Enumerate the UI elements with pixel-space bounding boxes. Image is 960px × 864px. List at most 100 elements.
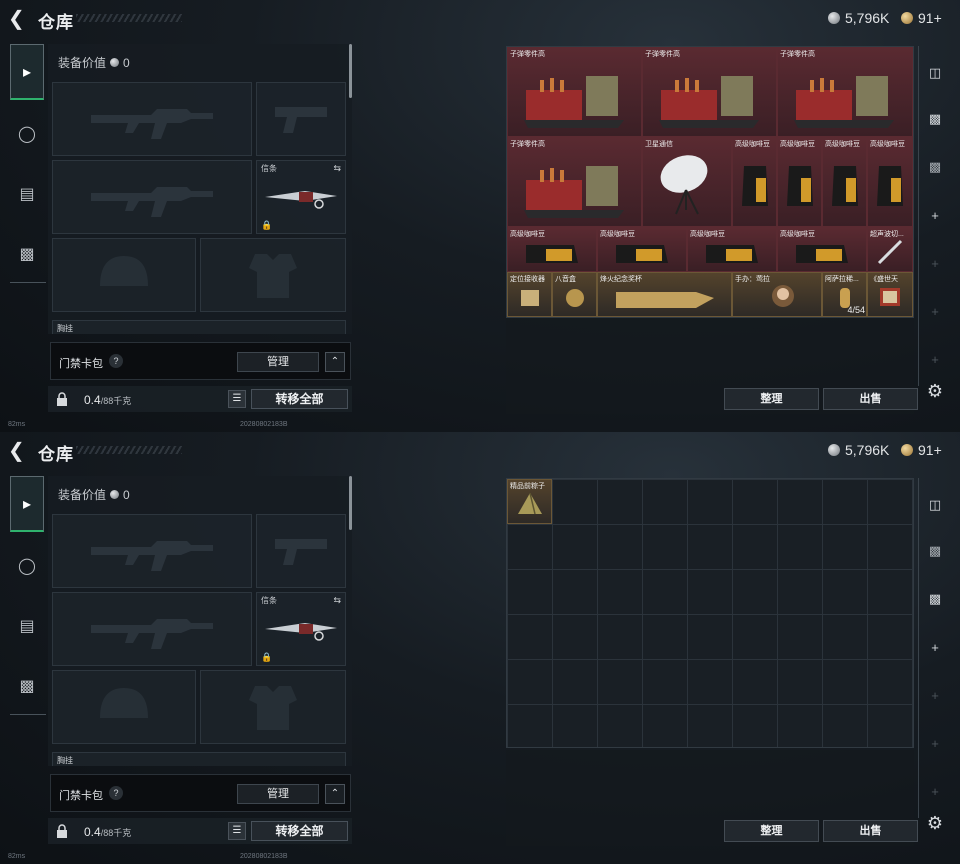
storage-item[interactable]: 八音盒 — [552, 272, 597, 317]
storage-item[interactable]: 超声波切... — [867, 227, 913, 272]
silver-coin-icon — [828, 444, 840, 456]
storage-page-2-icon[interactable]: ▩ — [924, 156, 946, 178]
item-label: 卫星通信 — [645, 141, 673, 148]
safe-box-icon[interactable]: ◫ — [924, 494, 946, 516]
item-label: 高级咖啡豆 — [780, 141, 815, 148]
manage-button[interactable]: 管理 — [237, 784, 319, 804]
chest-rig-slot[interactable]: 胸挂 — [52, 320, 346, 334]
secondary-weapon-slot[interactable] — [256, 514, 346, 588]
storage-item[interactable]: 精品前粽子 — [507, 479, 552, 524]
melee-slot[interactable]: 信条 ⇆ 🔒 — [256, 592, 346, 666]
armor-icon: ◯ — [18, 126, 36, 143]
tab-tools[interactable]: ▩ — [10, 226, 44, 282]
build-stamp: 20280802183B — [240, 853, 288, 860]
add-storage-icon[interactable]: + — [924, 732, 946, 754]
sell-button[interactable]: 出售 — [823, 820, 918, 842]
gear-icon[interactable]: ⚙ — [924, 812, 946, 834]
help-icon[interactable]: ? — [109, 354, 123, 368]
keycard-label: 门禁卡包 — [59, 790, 103, 802]
storage-item[interactable]: 子弹零件高 — [507, 137, 642, 227]
equipment-scrollbar[interactable] — [349, 44, 352, 98]
secondary-weapon-slot[interactable] — [256, 82, 346, 156]
storage-item[interactable]: 高级咖啡豆 — [687, 227, 777, 272]
storage-item[interactable]: 高级咖啡豆 — [822, 137, 867, 227]
helmet-slot[interactable] — [52, 670, 196, 744]
warehouse-screen-bottom: ❮ 仓库 5,796K 91+ ▸ ◯ ▤ ▩ 装备价值 0 信条 ⇆ 🔒 胸挂… — [0, 432, 960, 864]
chest-rig-slot[interactable]: 胸挂 — [52, 752, 346, 766]
body-armor-slot[interactable] — [200, 238, 346, 312]
storage-item[interactable]: 高级咖啡豆 — [777, 137, 822, 227]
list-icon[interactable]: ☰ — [228, 822, 246, 840]
body-armor-slot[interactable] — [200, 670, 346, 744]
sort-button[interactable]: 整理 — [724, 820, 819, 842]
equipment-value-label: 装备价值 — [58, 56, 107, 70]
add-storage-icon[interactable]: + — [924, 636, 946, 658]
storage-grid[interactable]: 精品前粽子 — [506, 478, 914, 748]
tab-consumables[interactable]: ▤ — [10, 166, 44, 222]
storage-item[interactable]: 手办：莺拉 — [732, 272, 822, 317]
storage-item[interactable]: 高级咖啡豆 — [867, 137, 913, 227]
tab-armor[interactable]: ◯ — [10, 538, 44, 594]
rifle-silhouette-icon — [53, 593, 251, 665]
tab-tools[interactable]: ▩ — [10, 658, 44, 714]
second-primary-weapon-slot[interactable] — [52, 160, 252, 234]
item-label: 高级咖啡豆 — [600, 231, 635, 238]
help-icon[interactable]: ? — [109, 786, 123, 800]
storage-item[interactable]: 高级咖啡豆 — [777, 227, 867, 272]
storage-grid[interactable]: 子弹零件高 子弹零件高 子弹零件高 子弹零件高 卫星通信 高级咖啡豆 高级咖啡豆 — [506, 46, 914, 318]
storage-item[interactable]: 高级咖啡豆 — [732, 137, 777, 227]
sort-button[interactable]: 整理 — [724, 388, 819, 410]
storage-page-2-icon[interactable]: ▩ — [924, 588, 946, 610]
storage-item[interactable]: 子弹零件高 — [777, 47, 913, 137]
manage-button[interactable]: 管理 — [237, 352, 319, 372]
music-box-icon — [557, 281, 592, 313]
gear-icon[interactable]: ⚙ — [924, 380, 946, 402]
back-arrow-icon[interactable]: ❮ — [8, 441, 28, 461]
rifle-silhouette-icon — [53, 161, 251, 233]
add-storage-icon[interactable]: + — [924, 252, 946, 274]
storage-count: 4/54 — [847, 305, 865, 315]
add-storage-icon[interactable]: + — [924, 780, 946, 802]
chevron-up-icon[interactable]: ⌃ — [325, 784, 345, 804]
tab-armor[interactable]: ◯ — [10, 106, 44, 162]
second-primary-weapon-slot[interactable] — [52, 592, 252, 666]
gold-currency[interactable]: 91+ — [901, 10, 942, 26]
gold-currency[interactable]: 91+ — [901, 442, 942, 458]
chevron-up-icon[interactable]: ⌃ — [325, 352, 345, 372]
helmet-slot[interactable] — [52, 238, 196, 312]
coffee-bag-icon — [512, 236, 592, 268]
transfer-all-button[interactable]: 转移全部 — [251, 821, 348, 841]
tab-consumables[interactable]: ▤ — [10, 598, 44, 654]
storage-rail: ◫ ▩ ▩ + + + + — [920, 50, 950, 380]
storage-item[interactable]: 高级咖啡豆 — [507, 227, 597, 272]
ammo-parts-icon — [512, 146, 637, 223]
add-storage-icon[interactable]: + — [924, 300, 946, 322]
storage-item[interactable]: 卫星通信 — [642, 137, 732, 227]
storage-item[interactable]: 烽火纪念奖杯 — [597, 272, 732, 317]
add-storage-icon[interactable]: + — [924, 348, 946, 370]
storage-page-1-icon[interactable]: ▩ — [924, 540, 946, 562]
add-storage-icon[interactable]: + — [924, 684, 946, 706]
safe-box-icon[interactable]: ◫ — [924, 62, 946, 84]
storage-item[interactable]: 子弹零件高 — [507, 47, 642, 137]
storage-page-1-icon[interactable]: ▩ — [924, 108, 946, 130]
briefcase-icon: ▩ — [19, 678, 35, 695]
transfer-all-button[interactable]: 转移全部 — [251, 389, 348, 409]
build-stamp: 20280802183B — [240, 421, 288, 428]
list-icon[interactable]: ☰ — [228, 390, 246, 408]
receiver-icon — [512, 281, 547, 313]
storage-item[interactable]: 子弹零件高 — [642, 47, 777, 137]
item-label: 八音盒 — [555, 276, 576, 283]
back-arrow-icon[interactable]: ❮ — [8, 9, 28, 29]
tab-weapons[interactable]: ▸ — [10, 44, 44, 100]
melee-slot[interactable]: 信条 ⇆ 🔒 — [256, 160, 346, 234]
equipment-scrollbar[interactable] — [349, 476, 352, 530]
storage-item[interactable]: 《盛世天 — [867, 272, 913, 317]
storage-item[interactable]: 高级咖啡豆 — [597, 227, 687, 272]
tab-weapons[interactable]: ▸ — [10, 476, 44, 532]
primary-weapon-slot[interactable] — [52, 82, 252, 156]
sell-button[interactable]: 出售 — [823, 388, 918, 410]
add-storage-icon[interactable]: + — [924, 204, 946, 226]
primary-weapon-slot[interactable] — [52, 514, 252, 588]
storage-item[interactable]: 定位接收器 — [507, 272, 552, 317]
